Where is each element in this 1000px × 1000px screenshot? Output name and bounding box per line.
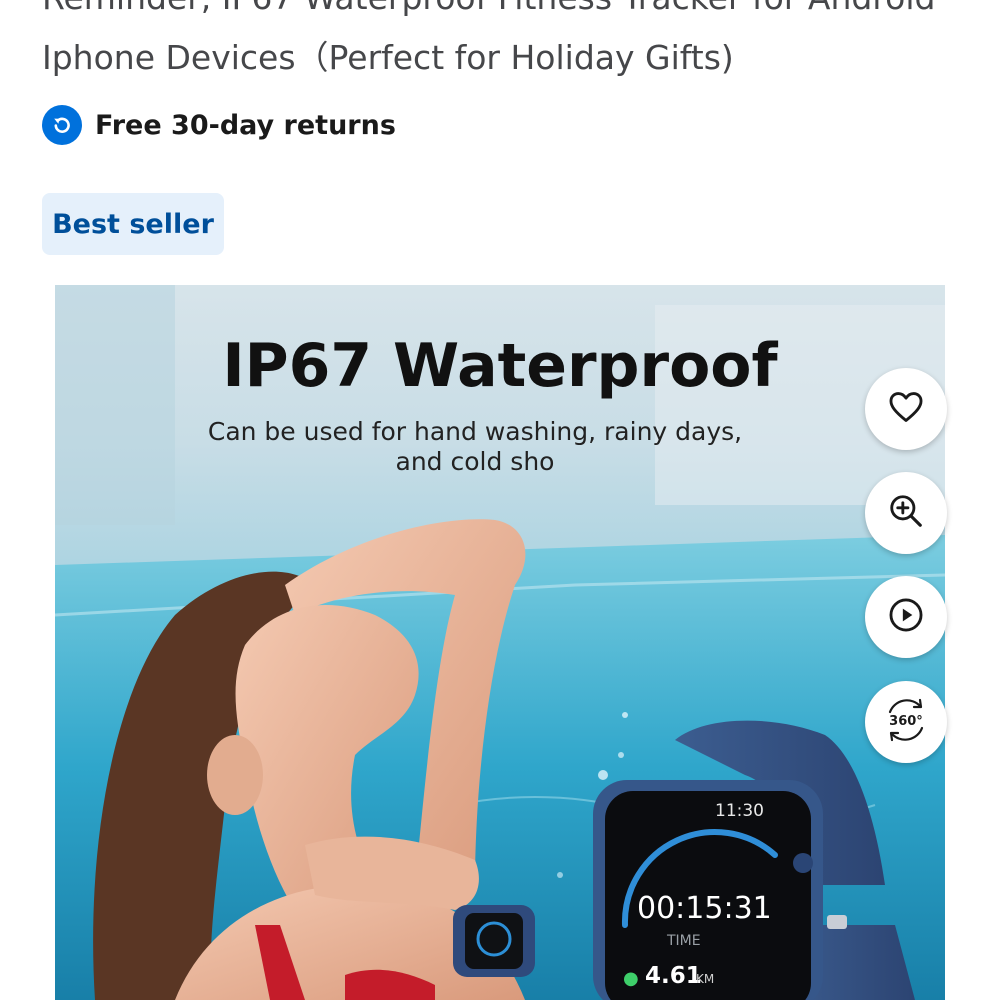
watch-clock: 11:30 xyxy=(715,801,764,821)
watch-timer-label: TIME xyxy=(667,933,701,949)
hero-subtitle-line-1: Can be used for hand washing, rainy days… xyxy=(207,417,743,446)
hero-heading: IP67 Waterproof xyxy=(222,331,778,401)
free-returns-label: Free 30-day returns xyxy=(95,109,396,141)
product-title: Reminder, IP67 Waterproof Fitness Tracke… xyxy=(42,0,972,88)
watch-distance-unit: KM xyxy=(696,972,715,986)
watch-timer: 00:15:31 xyxy=(637,891,772,926)
play-icon xyxy=(887,596,925,638)
watch-distance: 4.61 xyxy=(645,963,702,989)
play-video-button[interactable] xyxy=(865,576,947,658)
product-image[interactable]: IP67 Waterproof Can be used for hand was… xyxy=(55,285,945,1000)
zoom-button[interactable] xyxy=(865,472,947,554)
heart-icon xyxy=(887,388,925,430)
favorite-button[interactable] xyxy=(865,368,947,450)
product-page: Reminder, IP67 Waterproof Fitness Tracke… xyxy=(0,0,1000,1000)
free-returns: Free 30-day returns xyxy=(42,104,396,146)
hero-subtitle-line-2: and cold sho xyxy=(395,447,555,476)
view-360-button[interactable]: 360° xyxy=(865,681,947,763)
product-title-line-2: Iphone Devices（Perfect for Holiday Gifts… xyxy=(42,38,734,77)
product-title-line-1: Reminder, IP67 Waterproof Fitness Tracke… xyxy=(42,0,972,28)
hero-subtitle: Can be used for hand washing, rainy days… xyxy=(165,417,785,477)
walking-person-icon: ● xyxy=(623,968,639,989)
view-360-label: 360° xyxy=(889,714,923,729)
return-arrow-icon xyxy=(42,105,82,145)
zoom-in-icon xyxy=(887,492,925,534)
best-seller-badge: Best seller xyxy=(42,193,224,255)
